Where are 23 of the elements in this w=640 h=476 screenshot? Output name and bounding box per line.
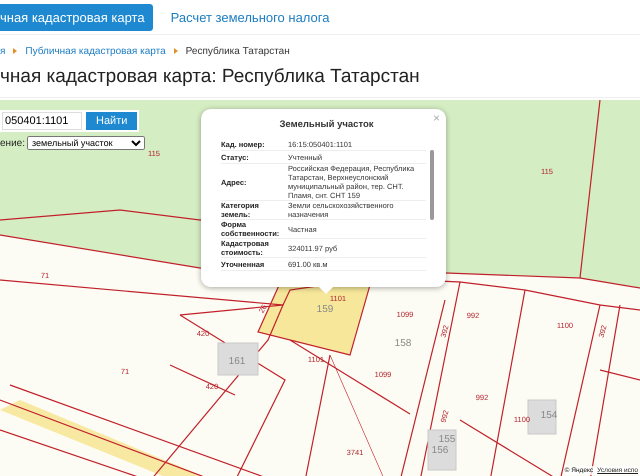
cadastral-search-field[interactable]: 050401:1101 — [2, 112, 82, 130]
popup-title: Земельный участок — [278, 119, 375, 130]
building-block — [218, 342, 258, 376]
nav-tab[interactable]: Расчет земельного налога — [162, 4, 338, 30]
breadcrumb-link[interactable]: Публичная кадастровая карта — [25, 46, 166, 56]
breadcrumb-link[interactable]: я — [0, 46, 6, 56]
building-block — [428, 430, 456, 470]
building-number-label: 161 — [228, 356, 246, 367]
object-type-select[interactable]: земельный участок — [27, 136, 146, 150]
nav-tab[interactable]: чная кадастровая карта — [0, 4, 153, 30]
building-number-label: 155 — [438, 434, 456, 445]
breadcrumb-link[interactable]: Республика Татарстан — [186, 46, 290, 56]
building-number-label: 159 — [316, 304, 334, 315]
building-number-label: 158 — [394, 338, 412, 349]
building-number-label: 156 — [432, 445, 448, 456]
breadcrumb-arrow-icon — [174, 48, 178, 54]
scrollbar[interactable] — [430, 150, 434, 220]
filter-label: ение: — [0, 138, 26, 148]
building-number-label: 154 — [540, 410, 558, 421]
breadcrumb-arrow-icon — [13, 48, 18, 54]
close-button[interactable]: × — [432, 111, 440, 125]
page-title: чная кадастровая карта: Республика Татарстан — [0, 63, 640, 98]
find-button[interactable]: Найти — [86, 112, 138, 130]
